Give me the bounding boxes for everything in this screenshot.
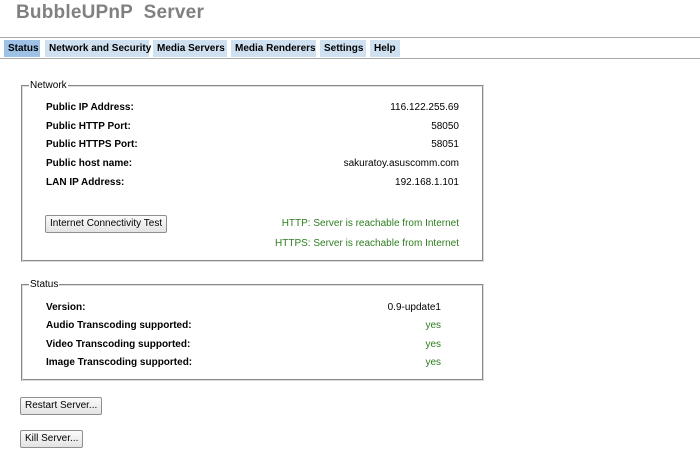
app-title: BubbleUPnP Server [16, 2, 205, 23]
audio-transcoding-label: Audio Transcoding supported: [46, 320, 192, 331]
tab-bar: Status Network and Security Media Server… [0, 37, 700, 59]
status-legend: Status [30, 279, 59, 290]
video-transcoding-label: Video Transcoding supported: [46, 339, 191, 350]
public-https-port-value: 58051 [431, 139, 459, 150]
public-ip-value: 116.122.255.69 [390, 102, 459, 113]
tab-network-and-security[interactable]: Network and Security [45, 40, 151, 57]
public-host-name-label: Public host name: [46, 158, 133, 169]
lan-ip-label: LAN IP Address: [46, 177, 125, 188]
public-http-port-value: 58050 [431, 121, 459, 132]
public-http-port-label: Public HTTP Port: [46, 121, 131, 132]
public-ip-label: Public IP Address: [46, 102, 134, 113]
public-host-name-value: sakuratoy.asuscomm.com [343, 158, 459, 169]
tab-media-renderers[interactable]: Media Renderers [231, 40, 316, 57]
public-https-port-label: Public HTTPS Port: [46, 139, 138, 150]
version-label: Version: [46, 302, 86, 313]
tab-status[interactable]: Status [4, 40, 40, 57]
network-legend: Network [30, 80, 67, 91]
restart-server-button[interactable]: Restart Server... [20, 397, 103, 415]
audio-transcoding-value: yes [425, 320, 441, 331]
tab-media-servers[interactable]: Media Servers [153, 40, 227, 57]
video-transcoding-value: yes [425, 339, 441, 350]
lan-ip-value: 192.168.1.101 [395, 177, 459, 188]
internet-connectivity-test-button[interactable]: Internet Connectivity Test [45, 215, 168, 233]
image-transcoding-label: Image Transcoding supported: [46, 357, 193, 368]
tab-settings[interactable]: Settings [320, 40, 366, 57]
tab-help[interactable]: Help [370, 40, 400, 57]
kill-server-button[interactable]: Kill Server... [20, 430, 84, 448]
http-reachability-status: HTTP: Server is reachable from Internet [281, 218, 459, 229]
https-reachability-status: HTTPS: Server is reachable from Internet [275, 238, 459, 249]
version-value: 0.9-update1 [387, 302, 441, 313]
image-transcoding-value: yes [425, 357, 441, 368]
